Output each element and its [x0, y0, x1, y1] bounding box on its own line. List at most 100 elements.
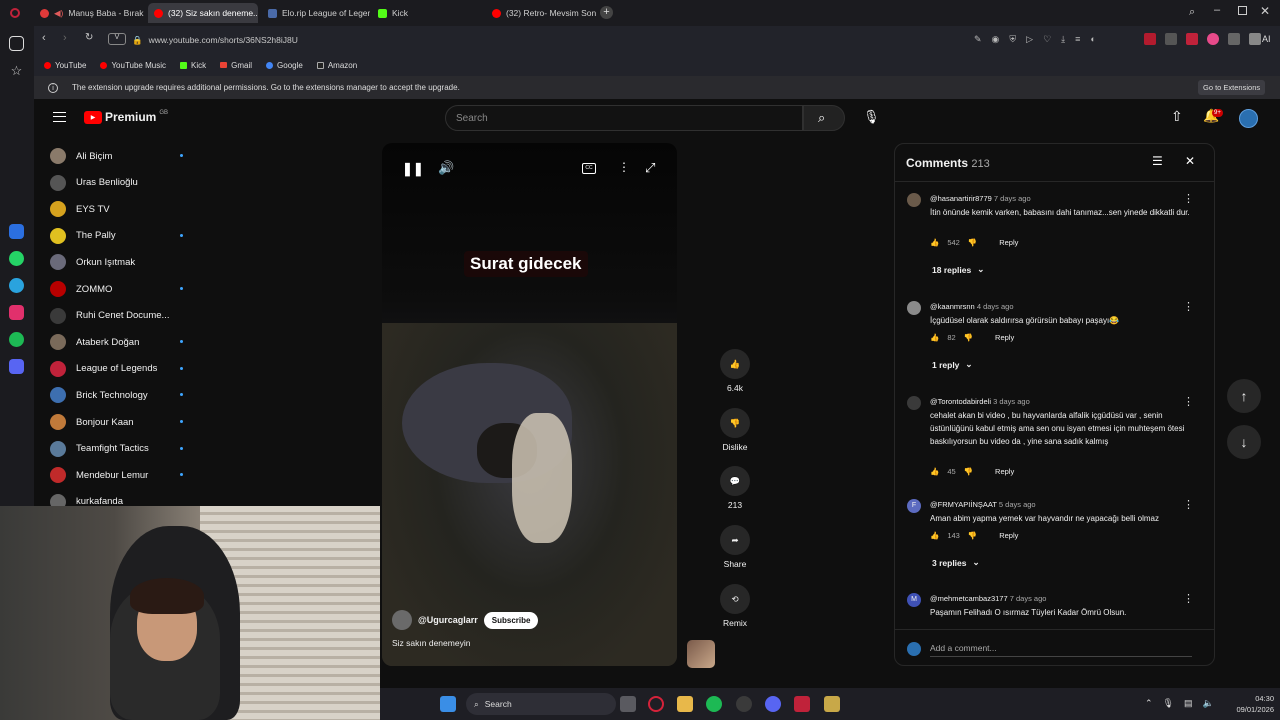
commenter-name[interactable]: @kaanmrsnn: [930, 302, 975, 311]
bookmark-youtube[interactable]: YouTube: [44, 61, 86, 70]
comment-like-icon[interactable]: 👍: [930, 238, 939, 247]
spotify-icon[interactable]: [706, 696, 722, 712]
comment-like-icon[interactable]: 👍: [930, 531, 939, 540]
commenter-name[interactable]: @FRMYAPIİNŞAAT: [930, 500, 997, 509]
commenter-avatar[interactable]: [907, 193, 921, 207]
bookmark-google[interactable]: Google: [266, 61, 303, 70]
play-icon[interactable]: ▷: [1026, 34, 1033, 45]
mic-icon[interactable]: 🎙: [1163, 698, 1174, 709]
start-icon[interactable]: [440, 696, 456, 712]
discord-icon[interactable]: [765, 696, 781, 712]
search-button[interactable]: ⌕: [803, 105, 845, 131]
close-comments-icon[interactable]: ✕: [1185, 154, 1195, 168]
captions-icon[interactable]: CC: [582, 163, 596, 174]
comment-like-icon[interactable]: 👍: [930, 333, 939, 342]
tab-3[interactable]: Elo.rip League of Legends...: [262, 3, 370, 23]
opera-gx-icon[interactable]: [648, 696, 664, 712]
subscription-item[interactable]: Brick Technology: [50, 382, 183, 408]
reply-button[interactable]: Reply: [995, 333, 1014, 342]
upload-icon[interactable]: ⇧: [1171, 108, 1183, 125]
url-field[interactable]: 🔒 www.youtube.com/shorts/36NS2h8iJ8U: [132, 31, 1002, 49]
edit-icon[interactable]: ✎: [974, 34, 982, 45]
comments-button[interactable]: 💬 213: [714, 466, 756, 510]
like-button[interactable]: 👍 6.4k: [714, 349, 756, 393]
reply-button[interactable]: Reply: [995, 467, 1014, 476]
commenter-avatar[interactable]: F: [907, 499, 921, 513]
tab-5[interactable]: (32) Retro- Mevsim Sonba...: [486, 3, 596, 23]
whatsapp-icon[interactable]: [9, 251, 24, 266]
spotify-icon[interactable]: [9, 332, 24, 347]
sort-icon[interactable]: ☰: [1152, 154, 1163, 168]
comment-like-icon[interactable]: 👍: [930, 467, 939, 476]
puzzle-icon[interactable]: [1228, 33, 1240, 45]
comment-dislike-icon[interactable]: 👎: [968, 531, 977, 540]
fullscreen-icon[interactable]: ⤢: [645, 160, 655, 176]
commenter-name[interactable]: @mehmetcambaz3177: [930, 594, 1008, 603]
commenter-name[interactable]: @Torontodabirdeli: [930, 397, 991, 406]
subscribe-button[interactable]: Subscribe: [483, 611, 539, 629]
bookmark-amazon[interactable]: Amazon: [316, 61, 357, 70]
subscription-item[interactable]: The Pally: [50, 223, 183, 249]
comment-more-icon[interactable]: ⋮: [1183, 192, 1194, 205]
comment-more-icon[interactable]: ⋮: [1183, 498, 1194, 511]
subscription-item[interactable]: Orkun Işıtmak: [50, 249, 135, 275]
previous-short-button[interactable]: ↑: [1227, 379, 1261, 413]
channel-avatar[interactable]: [392, 610, 412, 630]
subscription-item[interactable]: Ataberk Doğan: [50, 329, 183, 355]
file-explorer-icon[interactable]: [677, 696, 693, 712]
taskbar-search[interactable]: ⌕ Search: [466, 693, 616, 715]
commenter-name[interactable]: @hasanartirir8779: [930, 194, 992, 203]
commenter-avatar[interactable]: [907, 396, 921, 410]
audio-thumbnail[interactable]: [687, 640, 715, 668]
go-to-extensions-button[interactable]: Go to Extensions: [1198, 80, 1266, 95]
extension-icon[interactable]: [1165, 33, 1177, 45]
app-icon[interactable]: [794, 696, 810, 712]
volume-icon[interactable]: 🔊: [438, 160, 454, 176]
opera-logo-icon[interactable]: [10, 8, 20, 18]
subscription-item[interactable]: Uras Benlioğlu: [50, 170, 138, 196]
subscription-item[interactable]: Ruhi Cenet Docume...: [50, 303, 169, 329]
pause-icon[interactable]: ❚❚: [402, 161, 424, 177]
bookmark-kick[interactable]: Kick: [180, 61, 206, 70]
next-short-button[interactable]: ↓: [1227, 425, 1261, 459]
subscription-item[interactable]: League of Legends: [50, 356, 183, 382]
reload-icon[interactable]: ↻: [85, 32, 93, 43]
dislike-button[interactable]: 👎 Dislike: [714, 408, 756, 452]
telegram-icon[interactable]: [9, 278, 24, 293]
speaker-icon[interactable]: 🔈: [1203, 698, 1214, 709]
comment-more-icon[interactable]: ⋮: [1183, 300, 1194, 313]
comment-dislike-icon[interactable]: 👎: [968, 238, 977, 247]
ai-button[interactable]: AI: [1262, 34, 1271, 44]
microphone-icon[interactable]: 🎙: [863, 109, 880, 125]
more-options-icon[interactable]: ⋮: [618, 160, 630, 174]
minimize-icon[interactable]: –: [1214, 4, 1220, 16]
comment-more-icon[interactable]: ⋮: [1183, 592, 1194, 605]
bookmark-youtube-music[interactable]: YouTube Music: [100, 61, 166, 70]
extension-icon[interactable]: [1144, 33, 1156, 45]
back-icon[interactable]: ‹: [42, 32, 46, 44]
player-icon[interactable]: [9, 359, 24, 374]
vpn-badge-icon[interactable]: V: [108, 33, 126, 45]
network-icon[interactable]: ▤: [1184, 698, 1193, 709]
shorts-video-player[interactable]: ❚❚ 🔊 CC ⋮ ⤢ Surat gidecek @Ugurcaglarr S…: [382, 143, 677, 666]
subscription-item[interactable]: ZOMMO: [50, 276, 183, 302]
download-icon[interactable]: ⤓: [1061, 34, 1065, 45]
star-icon[interactable]: ☆: [9, 63, 24, 78]
home-icon[interactable]: [9, 36, 24, 51]
task-view-icon[interactable]: [620, 696, 636, 712]
tab-4[interactable]: Kick: [372, 3, 482, 23]
profile-icon[interactable]: ◐: [1090, 34, 1095, 45]
subscription-item[interactable]: Bonjour Kaan: [50, 409, 183, 435]
reply-button[interactable]: Reply: [999, 238, 1018, 247]
subscription-item[interactable]: EYS TV: [50, 196, 110, 222]
new-tab-icon[interactable]: +: [600, 6, 613, 19]
subscription-item[interactable]: Teamfight Tactics: [50, 436, 183, 462]
tab-search-icon[interactable]: ⌕: [1189, 6, 1195, 19]
sidebar-toggle-icon[interactable]: [1249, 33, 1261, 45]
commenter-avatar[interactable]: [907, 301, 921, 315]
search-input[interactable]: Search: [445, 105, 803, 131]
view-replies-button[interactable]: 18 replies ⌄: [932, 264, 984, 275]
steam-icon[interactable]: [736, 696, 752, 712]
instagram-icon[interactable]: [9, 305, 24, 320]
bookmark-gmail[interactable]: Gmail: [220, 61, 252, 70]
